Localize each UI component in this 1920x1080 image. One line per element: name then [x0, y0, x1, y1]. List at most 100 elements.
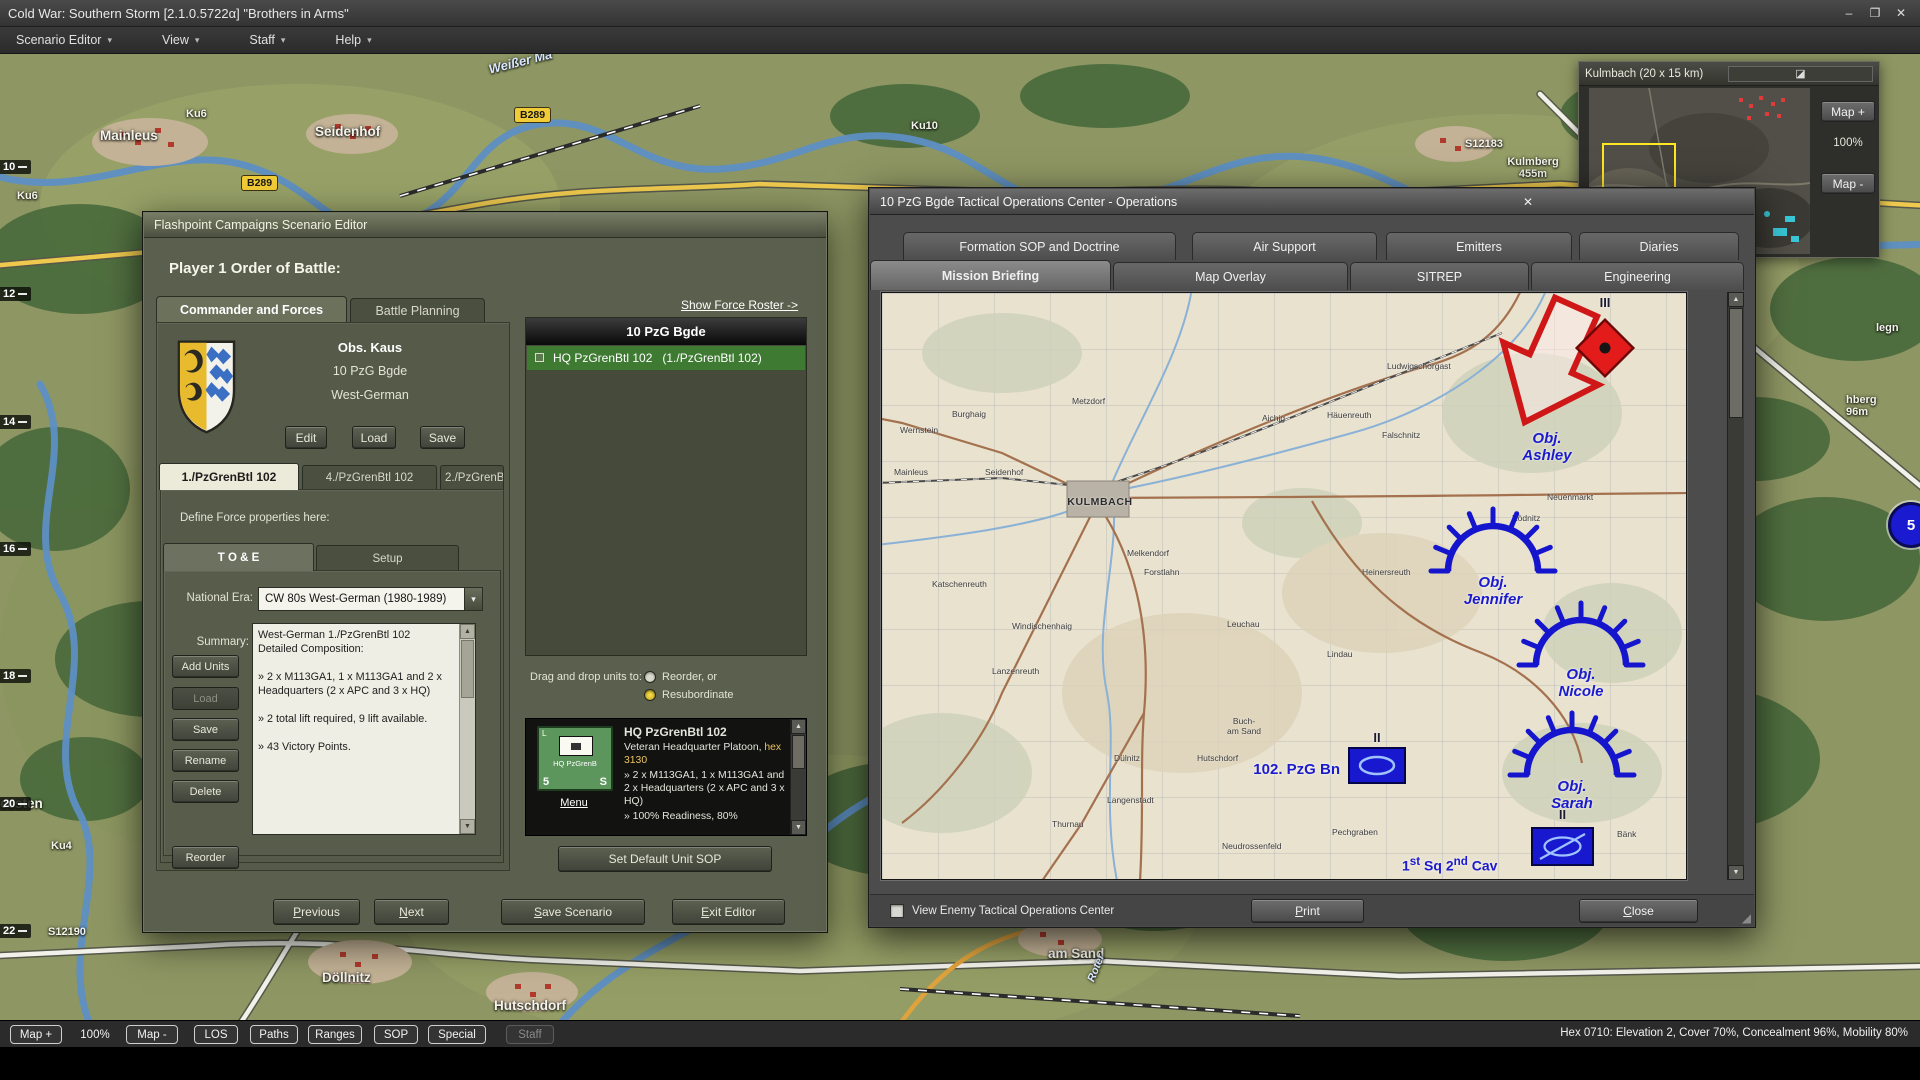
tab-force-2[interactable]: 2./PzGrenBtl 102	[440, 465, 504, 490]
tab-label: Commander and Forces	[180, 303, 323, 317]
menu-scenario-editor[interactable]: Scenario Editor ▾	[10, 30, 118, 50]
add-units-button[interactable]: Add Units	[172, 655, 239, 678]
status-map-minus-button[interactable]: Map -	[126, 1025, 178, 1044]
status-paths-button[interactable]: Paths	[250, 1025, 298, 1044]
unit-type-text: Veteran Headquarter Platoon,	[624, 742, 764, 753]
briefing-map[interactable]: KULMBACH Melkendorf Burghaig Metzdorf Ai…	[881, 292, 1687, 880]
toc-close-icon[interactable]: ✕	[1312, 193, 1744, 211]
minimap-zoom-in-button[interactable]: Map +	[1821, 101, 1875, 122]
tab-label: Formation SOP and Doctrine	[959, 240, 1119, 254]
national-era-select[interactable]: CW 80s West-German (1980-1989) ▾	[258, 587, 483, 611]
scroll-up-icon[interactable]: ▲	[1728, 292, 1744, 307]
status-special-button[interactable]: Special	[428, 1025, 486, 1044]
summary-field[interactable]: West-German 1./PzGrenBtl 102 Detailed Co…	[252, 623, 476, 835]
rename-button[interactable]: Rename	[172, 749, 239, 772]
scrollbar-thumb[interactable]	[461, 640, 474, 698]
radio-resubordinate-label[interactable]: Resubordinate	[662, 689, 734, 701]
tab-diaries[interactable]: Diaries	[1579, 232, 1739, 260]
tab-force-4[interactable]: 4./PzGrenBtl 102	[302, 465, 437, 490]
view-enemy-toc-label[interactable]: View Enemy Tactical Operations Center	[912, 905, 1114, 917]
exit-editor-button[interactable]: Exit Editor	[672, 899, 785, 925]
load-button[interactable]: Load	[352, 426, 396, 449]
tab-air-support[interactable]: Air Support	[1192, 232, 1377, 260]
tree-item-hq-pzgrenbtl[interactable]: HQ PzGrenBtl 102 (1./PzGrenBtl 102)	[527, 346, 805, 370]
save-scenario-button[interactable]: Save Scenario	[501, 899, 645, 925]
scroll-down-icon[interactable]: ▼	[791, 820, 806, 835]
chevron-down-icon[interactable]: ▾	[464, 588, 482, 610]
summary-text[interactable]: West-German 1./PzGrenBtl 102 Detailed Co…	[253, 624, 459, 834]
layers-icon[interactable]: ◪	[1728, 66, 1873, 82]
hex-row-label: 20	[0, 797, 31, 811]
tab-battle-planning[interactable]: Battle Planning	[350, 298, 485, 322]
button-label: Reorder	[186, 852, 226, 864]
show-force-roster-link[interactable]: Show Force Roster ->	[681, 298, 798, 312]
minimap-zoom-out-button[interactable]: Map -	[1821, 173, 1875, 194]
tab-setup[interactable]: Setup	[316, 545, 459, 571]
status-sop-button[interactable]: SOP	[374, 1025, 418, 1044]
button-label: Save Scenario	[534, 905, 612, 919]
close-button[interactable]: ✕	[1890, 4, 1912, 22]
hex-row-label: 18	[0, 669, 31, 683]
unit-detail-line: » 2 x M113GA1, 1 x M113GA1 and 2 x Headq…	[624, 769, 786, 808]
save-force-button[interactable]: Save	[172, 718, 239, 741]
scroll-down-icon[interactable]: ▼	[460, 819, 475, 834]
status-ranges-button[interactable]: Ranges	[308, 1025, 362, 1044]
status-los-button[interactable]: LOS	[194, 1025, 238, 1044]
button-label: Print	[1295, 904, 1320, 918]
editor-titlebar[interactable]: Flashpoint Campaigns Scenario Editor	[144, 213, 826, 238]
menu-view[interactable]: View ▾	[156, 30, 205, 50]
app-window: Cold War: Southern Storm [2.1.0.5722α] "…	[0, 0, 1920, 1080]
tab-formation-sop[interactable]: Formation SOP and Doctrine	[903, 232, 1176, 260]
minimize-button[interactable]: –	[1838, 4, 1860, 22]
toc-titlebar[interactable]: 10 PzG Bgde Tactical Operations Center -…	[870, 189, 1754, 215]
button-label: Save	[429, 431, 456, 445]
reorder-button[interactable]: Reorder	[172, 846, 239, 869]
view-enemy-toc-checkbox[interactable]	[890, 904, 904, 918]
scrollbar-thumb[interactable]	[1729, 308, 1743, 418]
button-label: Map +	[20, 1029, 52, 1041]
tab-emitters[interactable]: Emitters	[1386, 232, 1572, 260]
close-toc-button[interactable]: Close	[1579, 899, 1698, 923]
scroll-up-icon[interactable]: ▲	[791, 719, 806, 734]
scrollbar-thumb[interactable]	[792, 735, 805, 769]
tree-expander-icon[interactable]	[535, 353, 544, 362]
unit-counter-icon[interactable]: L HQ PzGrenB 5 S	[537, 726, 613, 791]
scroll-down-icon[interactable]: ▼	[1728, 865, 1744, 880]
counter-unit-name: HQ PzGrenB	[539, 759, 611, 768]
hex-row-number: 18	[3, 670, 15, 682]
scroll-up-icon[interactable]: ▲	[460, 624, 475, 639]
previous-button[interactable]: Previous	[273, 899, 360, 925]
delete-button[interactable]: Delete	[172, 780, 239, 803]
tab-force-1[interactable]: 1./PzGrenBtl 102	[159, 463, 299, 490]
print-button[interactable]: Print	[1251, 899, 1364, 923]
tab-sitrep[interactable]: SITREP	[1350, 262, 1529, 290]
tab-toe[interactable]: T O & E	[163, 543, 314, 571]
window-titlebar[interactable]: Cold War: Southern Storm [2.1.0.5722α] "…	[0, 0, 1920, 27]
toc-title: 10 PzG Bgde Tactical Operations Center -…	[880, 195, 1312, 209]
edit-button[interactable]: Edit	[285, 426, 327, 449]
menu-help[interactable]: Help ▾	[329, 30, 377, 50]
force-tree[interactable]: 10 PzG Bgde HQ PzGrenBtl 102 (1./PzGrenB…	[525, 317, 807, 656]
unit-card-scrollbar[interactable]: ▲ ▼	[790, 719, 806, 835]
next-button[interactable]: Next	[374, 899, 449, 925]
save-button[interactable]: Save	[420, 426, 465, 449]
button-label: Edit	[296, 431, 317, 445]
set-default-unit-sop-button[interactable]: Set Default Unit SOP	[558, 846, 772, 872]
status-map-plus-button[interactable]: Map +	[10, 1025, 62, 1044]
button-label: Load	[193, 693, 217, 705]
radio-reorder-label[interactable]: Reorder, or	[662, 671, 717, 683]
restore-button[interactable]: ❐	[1864, 4, 1886, 22]
menu-staff[interactable]: Staff ▾	[243, 30, 291, 50]
minimap-titlebar[interactable]: Kulmbach (20 x 15 km) ◪	[1579, 62, 1879, 86]
button-label: Paths	[259, 1029, 288, 1041]
radio-reorder[interactable]	[644, 671, 656, 683]
tab-map-overlay[interactable]: Map Overlay	[1113, 262, 1348, 290]
briefing-map-scrollbar[interactable]: ▲ ▼	[1727, 292, 1744, 880]
unit-menu-link[interactable]: Menu	[526, 797, 622, 809]
resize-grip-icon[interactable]: ◢	[1742, 911, 1751, 925]
summary-scrollbar[interactable]: ▲ ▼	[459, 624, 475, 834]
radio-resubordinate[interactable]	[644, 689, 656, 701]
tab-commander-and-forces[interactable]: Commander and Forces	[156, 296, 347, 322]
tab-mission-briefing[interactable]: Mission Briefing	[870, 260, 1111, 290]
tab-engineering[interactable]: Engineering	[1531, 262, 1744, 290]
